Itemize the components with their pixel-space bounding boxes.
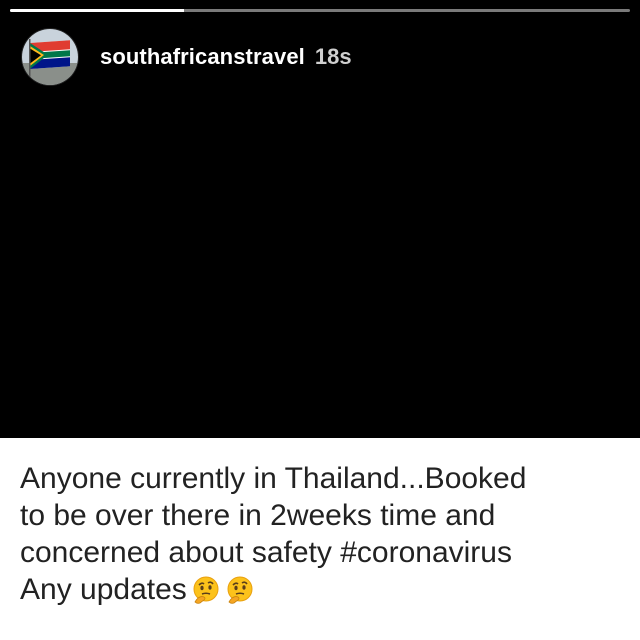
caption-text: Anyone currently in Thailand...Booked to… [20,460,620,608]
caption-line-4: Any updates [20,571,620,608]
caption-line-2: to be over there in 2weeks time and [20,499,496,532]
south-africa-flag-avatar-icon[interactable] [22,29,78,85]
thinking-face-icon [225,575,255,605]
thinking-face-icon [191,575,221,605]
caption-line-1: Anyone currently in Thailand...Booked [20,462,527,495]
story-progress-fill [10,9,184,12]
story-viewer[interactable]: southafricanstravel 18s Anyone currently… [0,0,640,640]
caption-line-4-text: Any updates [20,573,187,606]
caption-panel: Anyone currently in Thailand...Booked to… [0,438,640,640]
story-timestamp: 18s [314,44,352,69]
story-progress-bar [10,9,630,12]
caption-line-3: concerned about safety #coronavirus [20,536,512,569]
story-header: southafricanstravel 18s [22,28,352,86]
story-username[interactable]: southafricanstravel [100,44,305,70]
